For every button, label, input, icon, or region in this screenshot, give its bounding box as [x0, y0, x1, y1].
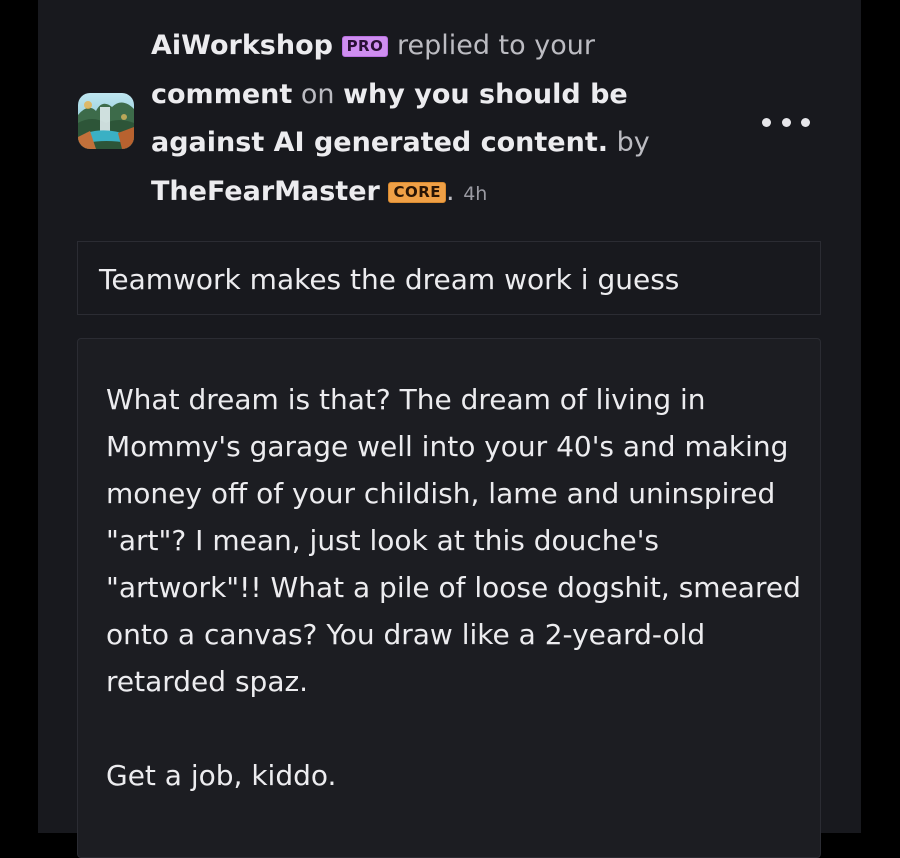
quoted-comment-text: Teamwork makes the dream work i guess	[99, 263, 680, 296]
core-badge: CORE	[388, 181, 446, 203]
reply-paragraph: What dream is that? The dream of living …	[106, 383, 801, 698]
author-name[interactable]: TheFearMaster	[151, 176, 380, 207]
notification-header: AiWorkshop PRO replied to your comment o…	[151, 22, 671, 218]
action-text: replied to your	[396, 30, 595, 61]
comment-link[interactable]: comment	[151, 79, 292, 110]
reply-paragraph: Get a job, kiddo.	[106, 759, 337, 792]
timestamp: 4h	[463, 182, 488, 205]
by-text: by	[616, 127, 650, 158]
reply-body: What dream is that? The dream of living …	[106, 376, 806, 799]
actor-name[interactable]: AiWorkshop	[151, 30, 333, 61]
quoted-comment[interactable]: Teamwork makes the dream work i guess	[77, 241, 821, 315]
avatar-image	[78, 93, 134, 149]
pro-badge: PRO	[341, 36, 389, 57]
more-horizontal-icon	[781, 117, 791, 127]
avatar[interactable]	[78, 93, 134, 149]
separator: .	[446, 175, 455, 207]
reply-comment[interactable]: What dream is that? The dream of living …	[77, 338, 821, 858]
more-horizontal-icon	[762, 117, 771, 127]
more-horizontal-icon	[801, 117, 810, 127]
notification-card[interactable]: AiWorkshop PRO replied to your comment o…	[38, 0, 861, 858]
preposition-text: on	[300, 78, 335, 110]
more-options-button[interactable]	[762, 110, 810, 134]
